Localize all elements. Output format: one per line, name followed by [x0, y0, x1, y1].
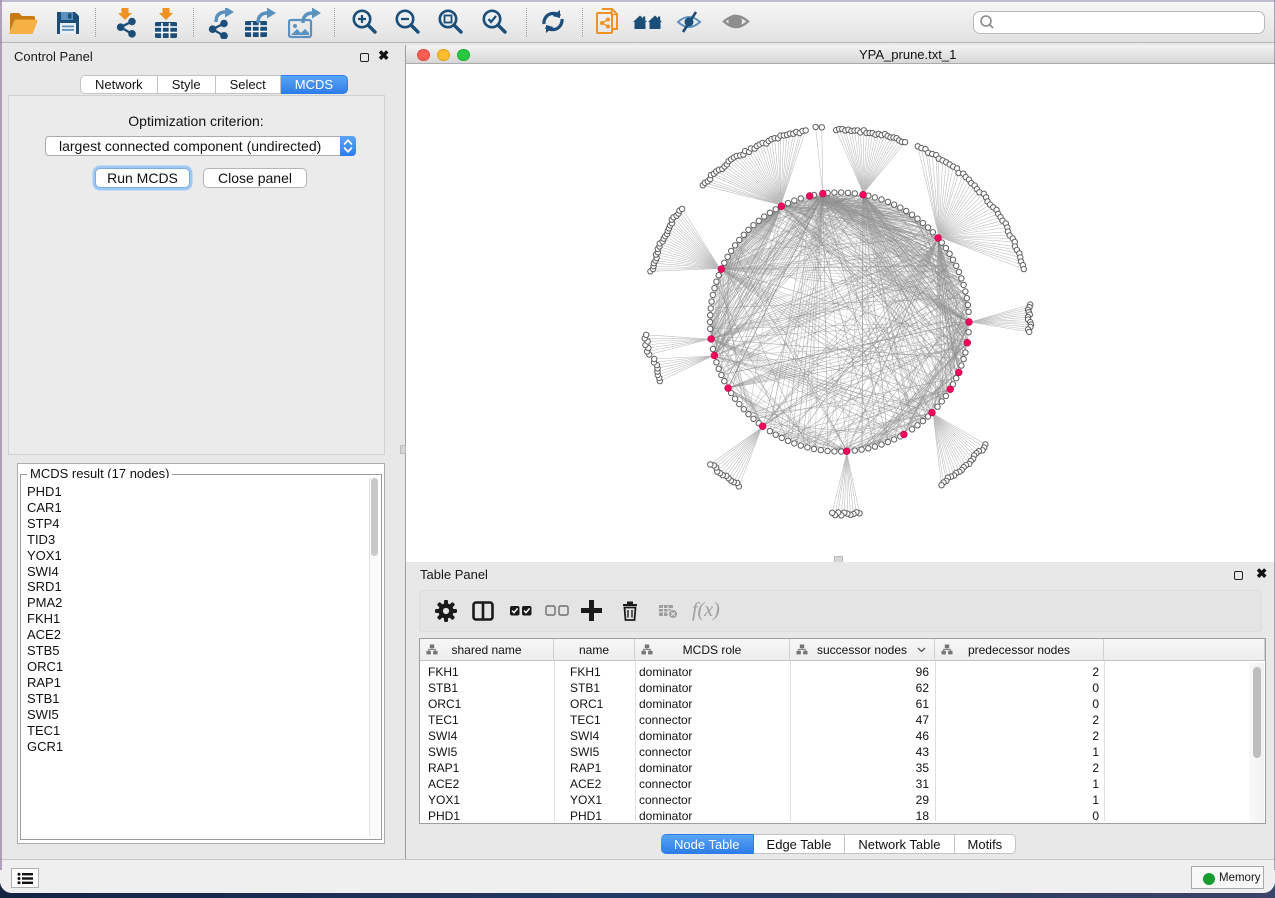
svg-text:f(x): f(x) [692, 599, 720, 621]
